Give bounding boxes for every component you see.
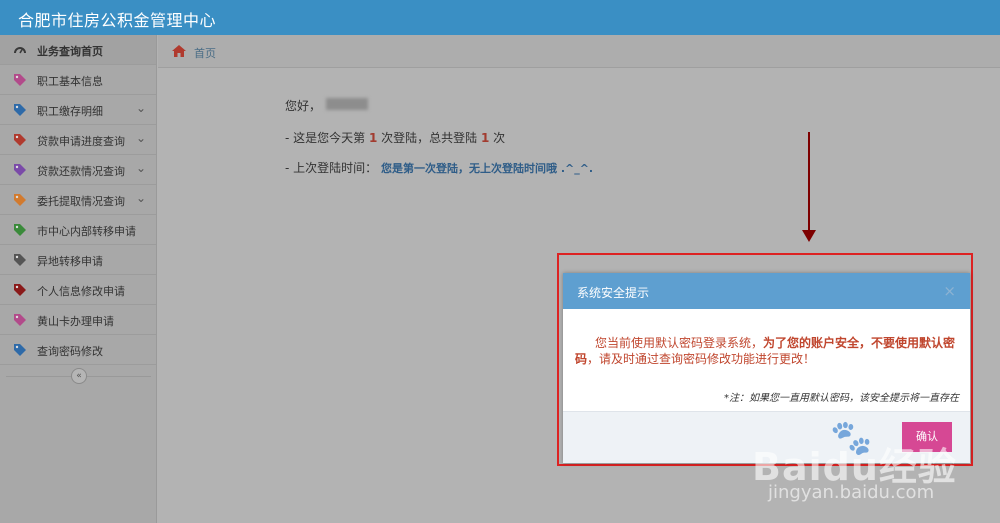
sidebar-item-label: 职工基本信息 <box>37 75 103 88</box>
sidebar-item-label: 异地转移申请 <box>37 255 103 268</box>
dialog-title: 系统安全提示 <box>577 286 650 300</box>
app-title: 合肥市住房公积金管理中心 <box>18 11 217 30</box>
dialog-header: 系统安全提示 × <box>563 273 970 309</box>
sidebar-item-4[interactable]: 贷款还款情况查询 ⌄ <box>0 155 156 185</box>
dialog-message: 您当前使用默认密码登录系统，为了您的账户安全，不要使用默认密码，请及时通过查询密… <box>575 336 956 366</box>
sidebar-item-label: 个人信息修改申请 <box>37 285 125 298</box>
dialog-note: *注：如果您一直用默认密码，该安全提示将一直存在 <box>724 393 959 404</box>
sidebar-item-7[interactable]: 异地转移申请 <box>0 245 156 275</box>
tag-icon <box>14 284 26 296</box>
sidebar-item-3[interactable]: 贷款申请进度查询 ⌄ <box>0 125 156 155</box>
sidebar-item-label: 查询密码修改 <box>37 345 103 358</box>
annotation-arrow <box>808 132 810 232</box>
sidebar-item-label: 黄山卡办理申请 <box>37 315 114 328</box>
chevron-down-icon: ⌄ <box>135 131 146 145</box>
sidebar-item-9[interactable]: 黄山卡办理申请 <box>0 305 156 335</box>
tag-icon <box>14 104 26 116</box>
tag-icon <box>14 134 26 146</box>
collapse-sidebar-button[interactable]: « <box>71 368 87 384</box>
top-bar: 合肥市住房公积金管理中心 <box>0 0 1000 35</box>
tag-icon <box>14 314 26 326</box>
sidebar-collapse-row: « <box>0 365 157 387</box>
chevron-down-icon: ⌄ <box>135 191 146 205</box>
blurred-username <box>326 98 368 110</box>
sidebar-item-0[interactable]: 业务查询首页 <box>0 35 156 65</box>
watermark: 🐾 Baidu经验 jingyan.baidu.com <box>752 418 992 508</box>
tag-icon <box>14 164 26 176</box>
sidebar-item-2[interactable]: 职工缴存明细 ⌄ <box>0 95 156 125</box>
sidebar-item-label: 业务查询首页 <box>37 45 103 58</box>
annotation-arrow-head <box>802 230 816 242</box>
tag-icon <box>14 194 26 206</box>
tag-icon <box>14 224 26 236</box>
sidebar-item-10[interactable]: 查询密码修改 <box>0 335 156 365</box>
dashboard-icon <box>14 47 26 54</box>
sidebar-item-label: 贷款还款情况查询 <box>37 165 125 178</box>
sidebar-item-label: 贷款申请进度查询 <box>37 135 125 148</box>
sidebar-item-label: 委托提取情况查询 <box>37 195 125 208</box>
login-count-line: - 这是您今天第 1 次登陆，总共登陆 1 次 <box>285 131 506 145</box>
sidebar-item-label: 职工缴存明细 <box>37 105 103 118</box>
sidebar-item-8[interactable]: 个人信息修改申请 <box>0 275 156 305</box>
tag-icon <box>14 74 26 86</box>
sidebar-item-label: 市中心内部转移申请 <box>37 225 136 238</box>
sidebar-nav: 业务查询首页 职工基本信息 职工缴存明细 ⌄ 贷款申请进度查询 ⌄ 贷款还款情况查询 ⌄ 委托提… <box>0 35 156 365</box>
last-login-value: 您是第一次登陆，无上次登陆时间哦 .^_^. <box>380 162 594 175</box>
tag-icon <box>14 344 26 356</box>
sidebar-item-6[interactable]: 市中心内部转移申请 <box>0 215 156 245</box>
home-icon <box>172 45 186 57</box>
chevron-down-icon: ⌄ <box>135 161 146 175</box>
breadcrumb-home-link[interactable]: 首页 <box>194 45 216 61</box>
close-icon[interactable]: × <box>943 282 956 300</box>
breadcrumb: 首页 <box>158 35 1000 68</box>
last-login-line: - 上次登陆时间： 您是第一次登陆，无上次登陆时间哦 .^_^. <box>285 161 594 175</box>
greeting-text: 您好， <box>285 99 322 113</box>
chevron-down-icon: ⌄ <box>135 101 146 115</box>
sidebar: 业务查询首页 职工基本信息 职工缴存明细 ⌄ 贷款申请进度查询 ⌄ 贷款还款情况查询 ⌄ 委托提… <box>0 35 157 523</box>
sidebar-item-5[interactable]: 委托提取情况查询 ⌄ <box>0 185 156 215</box>
watermark-url: jingyan.baidu.com <box>768 482 935 503</box>
sidebar-item-1[interactable]: 职工基本信息 <box>0 65 156 95</box>
tag-icon <box>14 254 26 266</box>
